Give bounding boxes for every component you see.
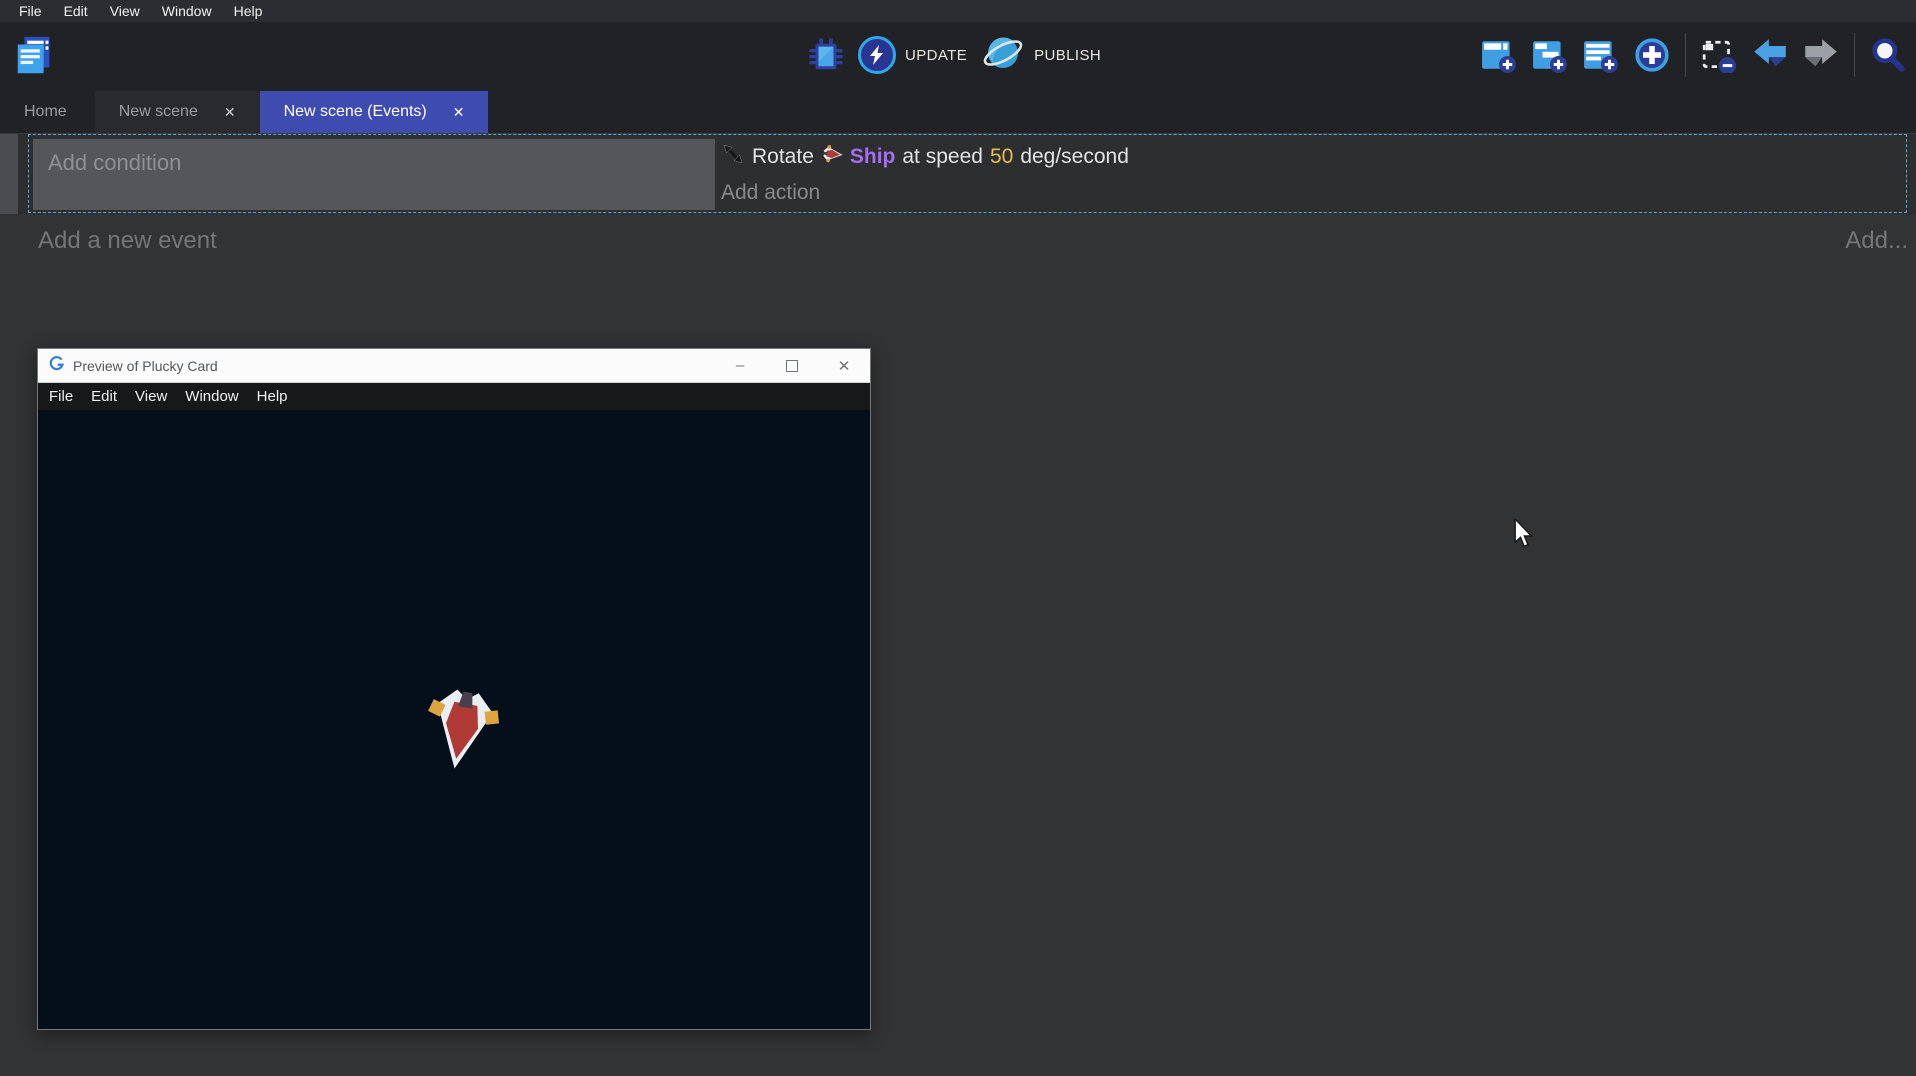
mouse-cursor-icon <box>1513 519 1535 554</box>
close-button[interactable]: ✕ <box>818 349 870 382</box>
preview-menu-file[interactable]: File <box>45 388 77 405</box>
toolbar-separator <box>1685 33 1686 77</box>
action-connector: at speed <box>902 145 983 169</box>
add-action-placeholder: Add action <box>721 181 820 204</box>
debug-icon[interactable] <box>808 37 844 73</box>
update-label: UPDATE <box>905 47 967 64</box>
maximize-icon <box>786 360 798 372</box>
tab-close-icon[interactable]: ✕ <box>224 104 236 121</box>
tab-new-scene-label: New scene <box>119 103 198 121</box>
preview-menu-window[interactable]: Window <box>181 388 242 405</box>
add-condition-placeholder: Add condition <box>48 150 181 175</box>
actions-column: Rotate Ship at speed 50 deg/second Add a… <box>721 139 1904 209</box>
update-button[interactable]: UPDATE <box>858 36 967 74</box>
toolbar-right-group <box>1481 22 1906 88</box>
event-row[interactable]: Add condition Rotate <box>0 134 1916 214</box>
preview-menu-edit[interactable]: Edit <box>87 388 121 405</box>
tab-new-scene-events[interactable]: New scene (Events) ✕ <box>260 91 489 133</box>
add-sub-event-icon[interactable] <box>1532 37 1568 73</box>
tab-home-label: Home <box>24 103 67 121</box>
preview-titlebar[interactable]: Preview of Plucky Card – ✕ <box>38 349 870 383</box>
publish-button[interactable]: PUBLISH <box>981 31 1101 80</box>
event-drag-handle[interactable] <box>0 134 18 214</box>
gdevelop-app-window: File Edit View Window Help <box>0 0 1916 1076</box>
tab-home[interactable]: Home <box>0 91 91 133</box>
preview-menu-help[interactable]: Help <box>253 388 292 405</box>
undo-icon[interactable] <box>1752 37 1788 73</box>
app-menubar: File Edit View Window Help <box>0 0 1916 22</box>
rotate-action[interactable]: Rotate Ship at speed 50 deg/second <box>721 139 1904 172</box>
action-unit: deg/second <box>1020 145 1129 169</box>
toolbar-center-group: UPDATE PUBLISH <box>808 22 1101 88</box>
tab-bar: Home New scene ✕ New scene (Events) ✕ <box>0 88 1916 133</box>
gdevelop-logo-icon <box>48 355 65 377</box>
preview-window-title: Preview of Plucky Card <box>73 358 218 374</box>
choose-event-icon[interactable] <box>1634 37 1670 73</box>
publish-planet-icon <box>981 31 1025 80</box>
tab-new-scene-events-label: New scene (Events) <box>284 103 427 121</box>
action-object-name: Ship <box>850 145 896 169</box>
add-more-button[interactable]: Add... <box>1845 227 1908 255</box>
ship-sprite <box>415 681 509 771</box>
main-toolbar: UPDATE PUBLISH <box>0 22 1916 88</box>
toolbar-separator <box>1854 33 1855 77</box>
add-condition-button[interactable]: Add condition <box>33 139 715 210</box>
project-manager-icon[interactable] <box>12 33 58 79</box>
rotate-arrows-icon <box>721 142 745 172</box>
search-icon[interactable] <box>1870 37 1906 73</box>
menu-help[interactable]: Help <box>223 0 274 22</box>
preview-menu-view[interactable]: View <box>131 388 171 405</box>
menu-window[interactable]: Window <box>151 0 223 22</box>
action-value: 50 <box>990 145 1013 169</box>
add-comment-icon[interactable] <box>1583 37 1619 73</box>
add-action-button[interactable]: Add action <box>721 181 1904 205</box>
delete-event-icon[interactable] <box>1701 37 1737 73</box>
menu-file[interactable]: File <box>8 0 53 22</box>
redo-icon[interactable] <box>1803 37 1839 73</box>
action-verb: Rotate <box>752 145 814 169</box>
update-lightning-icon <box>858 36 896 74</box>
preview-menubar: File Edit View Window Help <box>38 383 870 410</box>
tab-new-scene[interactable]: New scene ✕ <box>95 91 260 133</box>
minimize-button[interactable]: – <box>714 349 766 382</box>
preview-window-controls: – ✕ <box>714 349 870 382</box>
ship-thumbnail-icon <box>821 143 843 171</box>
menu-edit[interactable]: Edit <box>53 0 99 22</box>
add-event-row: Add a new event Add... <box>0 214 1916 266</box>
add-new-event-button[interactable]: Add a new event <box>38 227 217 255</box>
preview-window: Preview of Plucky Card – ✕ File Edit Vie… <box>37 348 871 1030</box>
menu-view[interactable]: View <box>99 0 151 22</box>
maximize-button[interactable] <box>766 349 818 382</box>
publish-label: PUBLISH <box>1034 47 1101 64</box>
add-event-icon[interactable] <box>1481 37 1517 73</box>
tab-close-icon[interactable]: ✕ <box>453 104 465 121</box>
